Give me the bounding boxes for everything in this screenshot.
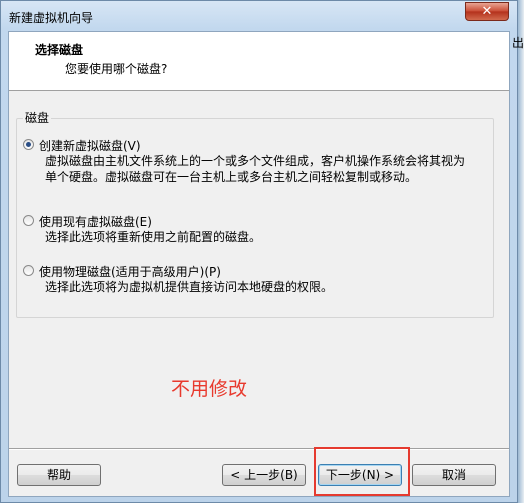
background-text-fragment: 出 [511, 36, 524, 50]
help-button[interactable]: 帮助 [17, 464, 101, 486]
radio-use-physical-disk[interactable] [23, 265, 34, 276]
radio-use-existing-disk[interactable] [23, 215, 34, 226]
groupbox-label: 磁盘 [23, 109, 52, 126]
wizard-body: 选择磁盘 您要使用哪个磁盘? 磁盘 创建新虚拟磁盘(V) 虚拟磁盘由主机文件系统… [8, 31, 510, 497]
option-description: 虚拟磁盘由主机文件系统上的一个或多个文件组成，客户机操作系统会将其视为单个硬盘。… [45, 154, 466, 184]
back-button[interactable]: < 上一步(B) [222, 464, 306, 486]
option-label[interactable]: 使用现有虚拟磁盘(E) [39, 213, 152, 230]
background-window-edge [518, 0, 524, 503]
window-title: 新建虚拟机向导 [9, 11, 94, 25]
option-description: 选择此选项将为虚拟机提供直接访问本地硬盘的权限。 [45, 280, 334, 294]
close-icon: ✕ [481, 4, 493, 19]
option-label[interactable]: 使用物理磁盘(适用于高级用户)(P) [39, 263, 221, 280]
title-bar[interactable]: 新建虚拟机向导 ✕ [1, 1, 517, 31]
wizard-window: 新建虚拟机向导 ✕ 选择磁盘 您要使用哪个磁盘? 磁盘 创建新虚拟磁盘(V) 虚… [0, 0, 518, 503]
radio-create-new-disk[interactable] [23, 139, 34, 150]
option-description: 选择此选项将重新使用之前配置的磁盘。 [45, 230, 262, 244]
button-divider [9, 448, 509, 450]
annotation-highlight-box [314, 447, 410, 496]
close-button[interactable]: ✕ [465, 2, 509, 21]
page-subtitle: 您要使用哪个磁盘? [65, 62, 168, 76]
annotation-note: 不用修改 [171, 378, 248, 400]
page-title: 选择磁盘 [35, 43, 84, 57]
wizard-header: 选择磁盘 您要使用哪个磁盘? [9, 32, 509, 91]
cancel-button[interactable]: 取消 [412, 464, 496, 486]
option-label[interactable]: 创建新虚拟磁盘(V) [39, 137, 141, 154]
